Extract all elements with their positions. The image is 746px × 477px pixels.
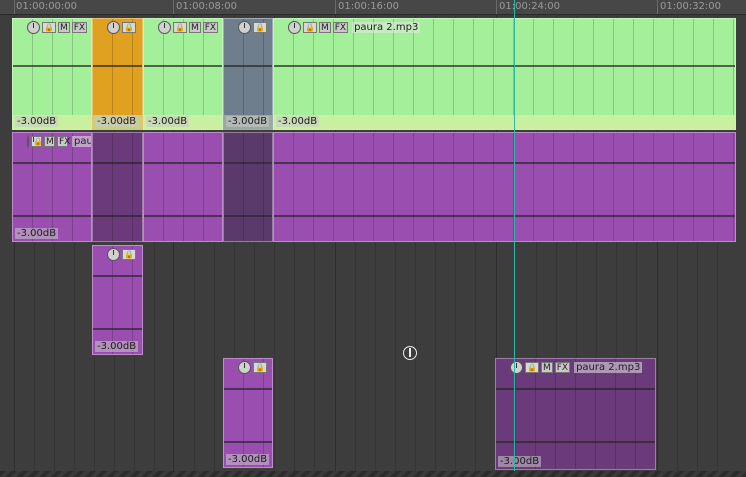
volume-knob-icon[interactable] <box>107 247 120 261</box>
media-item-dimmed[interactable] <box>223 132 273 242</box>
volume-knob-icon[interactable] <box>158 20 171 34</box>
item-header: 🔒 <box>224 359 272 375</box>
waveform <box>13 158 91 168</box>
volume-knob-icon[interactable] <box>288 20 301 34</box>
take-name: paura 2.mp3 <box>72 135 91 147</box>
waveform <box>13 211 91 221</box>
media-item[interactable] <box>273 132 736 242</box>
waveform <box>496 437 655 447</box>
ruler-tick <box>657 0 658 14</box>
media-item[interactable]: 🔒 M FX -3.00dB <box>12 18 92 130</box>
mute-button[interactable]: M <box>188 21 201 33</box>
mute-button[interactable]: M <box>318 21 331 33</box>
media-item[interactable]: 🔒 -3.00dB <box>92 245 143 355</box>
volume-label: -3.00dB <box>226 116 270 127</box>
media-item[interactable]: 🔒 M FX paura 2.mp3 -3.00dB <box>12 132 92 242</box>
media-item-selected[interactable]: 🔒 -3.00dB <box>92 18 143 130</box>
waveform <box>93 271 142 281</box>
media-item[interactable]: 🔒 -3.00dB <box>223 358 273 468</box>
mouse-cursor-icon <box>403 346 417 360</box>
volume-label: -3.00dB <box>498 456 542 467</box>
waveform <box>93 324 142 334</box>
ruler-label-4: 01:00:24:00 <box>499 1 561 12</box>
fx-button[interactable]: FX <box>202 21 219 33</box>
volume-knob-icon[interactable] <box>238 20 251 34</box>
media-item[interactable]: 🔒 M FX -3.00dB <box>143 18 223 130</box>
horizontal-scrollbar[interactable] <box>0 471 746 477</box>
waveform <box>224 384 272 394</box>
take-name: paura 2.mp3 <box>574 361 643 373</box>
mute-button[interactable]: M <box>44 135 55 147</box>
ruler-label-5: 01:00:32:00 <box>660 1 722 12</box>
playhead-cursor[interactable] <box>514 0 515 477</box>
lock-icon[interactable]: 🔒 <box>122 21 136 33</box>
ruler-label-1: 01:00:00:00 <box>16 1 78 12</box>
ruler-tick <box>14 0 15 14</box>
lock-icon[interactable]: 🔒 <box>253 21 267 33</box>
lock-icon[interactable]: 🔒 <box>525 361 539 373</box>
media-item[interactable]: 🔒 M FX paura 2.mp3 -3.00dB <box>273 18 736 130</box>
waveform <box>13 61 91 71</box>
mute-button[interactable]: M <box>540 361 553 373</box>
waveform <box>274 158 735 168</box>
ruler-label-3: 01:00:16:00 <box>338 1 400 12</box>
item-header: 🔒 M FX paura 2.mp3 <box>13 133 91 149</box>
waveform <box>93 211 142 221</box>
volume-knob-icon[interactable] <box>238 360 251 374</box>
lock-icon[interactable]: 🔒 <box>42 21 56 33</box>
volume-knob-icon[interactable] <box>27 134 34 148</box>
item-header: 🔒 M FX <box>13 19 91 35</box>
fx-button[interactable]: FX <box>57 135 70 147</box>
volume-knob-icon[interactable] <box>27 20 40 34</box>
item-header: 🔒 <box>93 19 142 35</box>
volume-label: -3.00dB <box>146 116 190 127</box>
waveform <box>224 211 272 221</box>
take-name: paura 2.mp3 <box>352 21 421 33</box>
waveform <box>224 437 272 447</box>
mute-button[interactable]: M <box>57 21 70 33</box>
ruler-tick <box>496 0 497 14</box>
media-item-selected[interactable]: 🔒 -3.00dB <box>223 18 273 130</box>
item-header: 🔒 M FX paura 2.mp3 <box>496 359 655 375</box>
ruler-tick <box>173 0 174 14</box>
waveform <box>224 158 272 168</box>
volume-label: -3.00dB <box>95 341 139 352</box>
lock-icon[interactable]: 🔒 <box>253 361 267 373</box>
media-item[interactable] <box>143 132 223 242</box>
fx-button[interactable]: FX <box>71 21 88 33</box>
ruler-tick <box>335 0 336 14</box>
timeline-ruler[interactable]: 01:00:00:00 01:00:08:00 01:00:16:00 01:0… <box>0 0 746 15</box>
volume-knob-icon[interactable] <box>510 360 523 374</box>
fx-button[interactable]: FX <box>554 361 571 373</box>
waveform <box>93 61 142 71</box>
volume-knob-icon[interactable] <box>107 20 120 34</box>
waveform <box>496 384 655 394</box>
waveform <box>144 61 222 71</box>
volume-label: -3.00dB <box>15 116 59 127</box>
waveform <box>93 158 142 168</box>
volume-label: -3.00dB <box>276 116 320 127</box>
fx-button[interactable]: FX <box>332 21 349 33</box>
media-item-dimmed[interactable] <box>92 132 143 242</box>
waveform <box>224 61 272 71</box>
lock-icon[interactable]: 🔒 <box>122 248 136 260</box>
volume-label: -3.00dB <box>95 116 139 127</box>
item-header: 🔒 M FX <box>144 19 222 35</box>
waveform <box>274 211 735 221</box>
lock-icon[interactable]: 🔒 <box>173 21 187 33</box>
media-item[interactable]: 🔒 M FX paura 2.mp3 -3.00dB <box>495 358 656 470</box>
waveform <box>144 211 222 221</box>
item-header: 🔒 M FX paura 2.mp3 <box>274 19 735 35</box>
item-header: 🔒 <box>93 246 142 262</box>
item-header: 🔒 <box>224 19 272 35</box>
item-footer <box>274 115 735 129</box>
volume-label: -3.00dB <box>226 454 270 465</box>
waveform <box>274 61 735 71</box>
waveform <box>144 158 222 168</box>
ruler-label-2: 01:00:08:00 <box>176 1 238 12</box>
lock-icon[interactable]: 🔒 <box>303 21 317 33</box>
volume-label: -3.00dB <box>15 228 59 239</box>
